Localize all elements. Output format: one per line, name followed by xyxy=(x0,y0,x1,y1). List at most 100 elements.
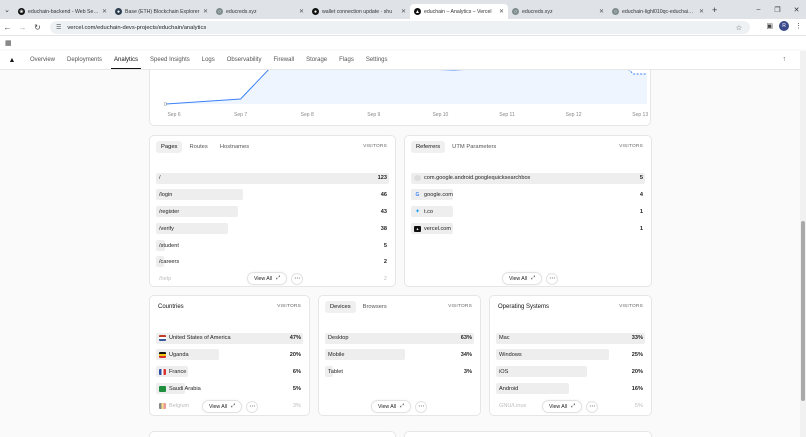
list-item[interactable]: iOS 20% xyxy=(496,364,643,381)
list-item[interactable]: ▲ vercel.com 1 xyxy=(411,220,643,237)
x-tick-label: Sep 12 xyxy=(566,112,582,118)
tab-search-icon[interactable]: ⌄ xyxy=(0,0,14,19)
nav-flags[interactable]: Flags xyxy=(333,51,360,69)
tab-title: Base (ETH) Blockchain Explorer xyxy=(125,8,200,15)
url-input[interactable]: ☰ vercel.com/educhain-devs-projects/educ… xyxy=(50,21,750,34)
list-item[interactable]: United States of America 47% xyxy=(156,330,303,347)
maximize-icon[interactable]: ❐ xyxy=(768,6,787,14)
nav-settings[interactable]: Settings xyxy=(360,51,394,69)
row-value: 43 xyxy=(380,208,387,215)
nav-speed-insights[interactable]: Speed Insights xyxy=(144,51,196,69)
browser-tab[interactable]: ○ educreds.xyz ✕ xyxy=(212,4,308,19)
devices-tab-devices[interactable]: Devices xyxy=(325,301,356,313)
pages-tab-pages[interactable]: Pages xyxy=(156,141,183,153)
list-item[interactable]: /careers 2 xyxy=(156,254,387,271)
browser-tab[interactable]: ❀ educhain-backend - Web Servi… ✕ xyxy=(14,4,111,19)
referrers-tab-referrers[interactable]: Referrers xyxy=(411,141,446,153)
tab-close-icon[interactable]: ✕ xyxy=(401,8,406,15)
apps-grid-icon[interactable]: ▦ xyxy=(5,39,12,47)
referrers-metric: VISITORS xyxy=(619,144,643,149)
bookmark-star-icon[interactable]: ☆ xyxy=(736,24,742,32)
browser-tab[interactable]: ○ educhain-lighl010qc-educhain-… ✕ xyxy=(608,4,708,19)
row-label: Mac xyxy=(496,335,510,341)
referrers-tab-utm-parameters[interactable]: UTM Parameters xyxy=(447,141,501,153)
list-item[interactable]: Android 16% xyxy=(496,380,643,397)
extensions-icon[interactable]: ▣ xyxy=(766,22,773,30)
row-label-text: /register xyxy=(159,208,180,215)
tab-close-icon[interactable]: ✕ xyxy=(102,8,107,15)
nav-logs[interactable]: Logs xyxy=(196,51,221,69)
list-item[interactable]: /login 46 xyxy=(156,187,387,204)
browser-menu-icon[interactable]: ⋮ xyxy=(795,22,802,30)
list-item[interactable]: Desktop 63% xyxy=(325,330,474,347)
nav-observability[interactable]: Observability xyxy=(221,51,268,69)
list-item[interactable]: /student 5 xyxy=(156,237,387,254)
scroll-top-icon[interactable]: ↑ xyxy=(783,56,787,63)
list-item[interactable]: Tablet 3% xyxy=(325,364,472,381)
browser-tab[interactable]: ● wallet connection update · shu ✕ xyxy=(308,4,410,19)
back-icon[interactable]: ← xyxy=(0,23,15,32)
referrers-more-button[interactable]: ⋯ xyxy=(546,272,559,285)
forward-icon[interactable]: → xyxy=(15,23,30,32)
pages-more-button[interactable]: ⋯ xyxy=(291,272,304,285)
row-value: 34% xyxy=(460,352,472,359)
nav-analytics[interactable]: Analytics xyxy=(108,51,144,69)
list-item[interactable]: com.google.android.googlequicksearchbox 5 xyxy=(411,170,645,187)
nav-overview[interactable]: Overview xyxy=(24,51,61,69)
row-value: 2 xyxy=(383,259,387,266)
window-close-icon[interactable]: ✕ xyxy=(787,6,806,14)
reload-icon[interactable]: ↻ xyxy=(30,23,45,32)
tab-close-icon[interactable]: ✕ xyxy=(299,8,304,15)
devices-tab-browsers[interactable]: Browsers xyxy=(358,301,392,313)
list-item[interactable]: France 6% xyxy=(156,364,301,381)
profile-avatar[interactable]: R xyxy=(779,21,789,31)
devices-view-all-button[interactable]: View All ⤢ xyxy=(371,400,412,413)
pages-view-all-button[interactable]: View All ⤢ xyxy=(247,272,288,285)
row-label-text: Belgium xyxy=(169,402,190,409)
list-item[interactable]: /register 43 xyxy=(156,204,387,221)
row-value: 47% xyxy=(289,335,301,342)
referrers-view-all-button[interactable]: View All ⤢ xyxy=(502,272,543,285)
devices-view-all-label: View All xyxy=(378,403,397,410)
row-label: Uganda xyxy=(156,352,189,359)
list-item[interactable]: Windows 25% xyxy=(496,347,643,364)
browser-tab[interactable]: ▲ educhain – Analytics – Vercel ✕ xyxy=(410,4,508,19)
devices-more-button[interactable]: ⋯ xyxy=(415,400,428,413)
row-label: com.google.android.googlequicksearchbox xyxy=(411,175,530,182)
tab-close-icon[interactable]: ✕ xyxy=(499,8,504,15)
minimize-icon[interactable]: – xyxy=(749,6,768,13)
browser-tab[interactable]: ● Base (ETH) Blockchain Explorer ✕ xyxy=(111,4,212,19)
tab-close-icon[interactable]: ✕ xyxy=(203,8,208,15)
nav-deployments[interactable]: Deployments xyxy=(61,51,108,69)
tab-close-icon[interactable]: ✕ xyxy=(599,8,604,15)
list-item[interactable]: / 123 xyxy=(156,170,389,187)
nav-storage[interactable]: Storage xyxy=(300,51,333,69)
new-tab-button[interactable]: + xyxy=(712,5,717,15)
pages-tab-hostnames[interactable]: Hostnames xyxy=(215,141,254,153)
page-scrollbar[interactable] xyxy=(800,51,806,437)
vercel-logo-icon[interactable]: ▲ xyxy=(0,51,24,69)
site-settings-icon[interactable]: ☰ xyxy=(56,24,61,31)
list-item[interactable]: Ggoogle.com 4 xyxy=(411,187,643,204)
list-item[interactable]: Uganda 20% xyxy=(156,347,301,364)
nav-firewall[interactable]: Firewall xyxy=(267,51,300,69)
row-label-text: Android xyxy=(499,385,519,392)
list-item[interactable]: Saudi Arabia 5% xyxy=(156,380,301,397)
tab-favicon-icon: ○ xyxy=(216,8,223,15)
row-value: 33% xyxy=(631,335,643,342)
row-label: Windows xyxy=(496,352,522,358)
x-tick-label: Sep 7 xyxy=(234,112,247,118)
os-more-button[interactable]: ⋯ xyxy=(586,400,599,413)
g-icon: G xyxy=(415,192,420,199)
list-item[interactable]: Mac 33% xyxy=(496,330,645,347)
list-item[interactable]: Mobile 34% xyxy=(325,347,472,364)
browser-tab[interactable]: ○ educreds.xyz ✕ xyxy=(508,4,608,19)
countries-more-button[interactable]: ⋯ xyxy=(246,400,259,413)
os-view-all-button[interactable]: View All ⤢ xyxy=(542,400,583,413)
countries-view-all-button[interactable]: View All ⤢ xyxy=(202,400,243,413)
scrollbar-thumb[interactable] xyxy=(801,221,805,401)
tab-close-icon[interactable]: ✕ xyxy=(699,8,704,15)
list-item[interactable]: ✦ t.co 1 xyxy=(411,204,643,221)
pages-tab-routes[interactable]: Routes xyxy=(184,141,212,153)
list-item[interactable]: /verify 38 xyxy=(156,220,387,237)
